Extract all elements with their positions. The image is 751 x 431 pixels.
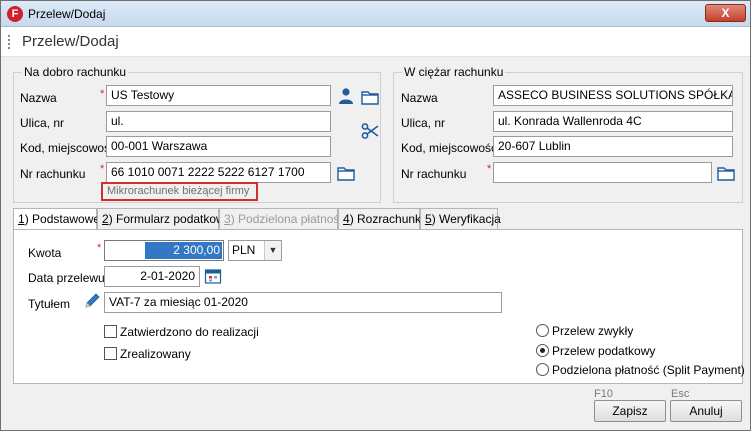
cancel-hotkey: Esc — [671, 388, 690, 400]
amount-value: 2 300,00 — [145, 242, 222, 259]
pencil-icon[interactable] — [83, 292, 101, 310]
title-label: Tytułem — [28, 297, 71, 311]
credit-name-label: Nazwa — [20, 91, 57, 105]
calendar-icon[interactable] — [204, 267, 222, 285]
page-header: Przelew/Dodaj — [1, 27, 750, 57]
app-logo-icon: F — [7, 6, 23, 22]
scissors-icon[interactable] — [361, 122, 379, 140]
currency-value: PLN — [232, 243, 256, 257]
radio-tax-label: Przelew podatkowy — [552, 344, 656, 358]
chevron-down-icon[interactable]: ▼ — [264, 241, 281, 260]
close-button[interactable]: X — [705, 4, 746, 22]
tab-hotkey: 5 — [425, 212, 432, 226]
tab-label: ) Podzielona płatność — [230, 212, 346, 226]
page-title: Przelew/Dodaj — [22, 33, 119, 50]
debit-account-input[interactable] — [493, 162, 712, 183]
folder-icon[interactable] — [361, 88, 379, 106]
radio-standard-transfer[interactable] — [536, 324, 549, 337]
date-label: Data przelewu — [28, 271, 105, 285]
title-input[interactable]: VAT-7 za miesiąc 01-2020 — [104, 292, 502, 313]
credit-postal-input[interactable]: 00-001 Warszawa — [106, 136, 331, 157]
debit-street-input[interactable]: ul. Konrada Wallenroda 4C — [493, 111, 733, 132]
debit-account-label: Nr rachunku — [401, 167, 467, 181]
debit-postal-label: Kod, miejscowość — [401, 141, 498, 155]
credit-group-legend: Na dobro rachunku — [22, 65, 129, 79]
required-marker: * — [487, 163, 492, 175]
currency-select[interactable]: PLN ▼ — [228, 240, 282, 261]
amount-label: Kwota — [28, 246, 62, 260]
tab-label: ) Podstawowe — [24, 212, 101, 226]
credit-account-label: Nr rachunku — [20, 167, 86, 181]
realized-label: Zrealizowany — [120, 347, 191, 361]
credit-street-label: Ulica, nr — [20, 116, 65, 130]
save-button[interactable]: Zapisz — [594, 400, 666, 422]
dialog-window: F Przelew/Dodaj X Przelew/Dodaj Na dobro… — [0, 0, 751, 431]
subaccount-hint: Mikrorachunek bieżącej firmy — [101, 182, 258, 201]
required-marker: * — [97, 242, 102, 254]
realized-checkbox[interactable] — [104, 347, 117, 360]
radio-split-payment[interactable] — [536, 363, 549, 376]
folder-icon[interactable] — [337, 164, 355, 182]
required-marker: * — [100, 88, 105, 100]
debit-postal-input[interactable]: 20-607 Lublin — [493, 136, 733, 157]
tab-formularz-podatkowy[interactable]: 2) Formularz podatkowy — [97, 208, 231, 230]
amount-input[interactable]: 2 300,00 — [104, 240, 224, 261]
window-title: Przelew/Dodaj — [28, 7, 106, 21]
required-marker: * — [100, 163, 105, 175]
radio-split-label: Podzielona płatność (Split Payment) — [552, 363, 745, 377]
tab-hotkey: 2 — [102, 212, 109, 226]
tab-hotkey: 3 — [224, 212, 231, 226]
approved-checkbox[interactable] — [104, 325, 117, 338]
credit-street-input[interactable]: ul. — [106, 111, 331, 132]
save-hotkey: F10 — [594, 388, 613, 400]
debit-name-label: Nazwa — [401, 91, 438, 105]
debit-street-label: Ulica, nr — [401, 116, 446, 130]
tab-rozrachunki[interactable]: 4) Rozrachunki — [338, 208, 424, 230]
date-input[interactable]: 2-01-2020 — [104, 266, 200, 287]
credit-account-input[interactable]: 66 1010 0071 2222 5222 6127 1700 — [106, 162, 331, 183]
tab-podstawowe[interactable]: 1) Podstawowe — [13, 208, 101, 231]
tab-hotkey: 4 — [343, 212, 350, 226]
title-bar: F Przelew/Dodaj X — [1, 1, 750, 27]
folder-icon[interactable] — [717, 164, 735, 182]
tab-label: ) Rozrachunki — [349, 212, 424, 226]
tab-label: ) Weryfikacja — [431, 212, 501, 226]
tab-weryfikacja[interactable]: 5) Weryfikacja — [420, 208, 501, 230]
debit-group-legend: W ciężar rachunku — [402, 65, 506, 79]
credit-postal-label: Kod, miejscowość — [20, 141, 117, 155]
tab-label: ) Formularz podatkowy — [108, 212, 231, 226]
credit-name-input[interactable]: US Testowy — [106, 85, 331, 106]
grip-icon — [8, 35, 10, 49]
contractor-person-icon[interactable] — [337, 87, 355, 105]
radio-tax-transfer[interactable] — [536, 344, 549, 357]
cancel-button[interactable]: Anuluj — [670, 400, 742, 422]
radio-standard-label: Przelew zwykły — [552, 324, 634, 338]
approved-label: Zatwierdzono do realizacji — [120, 325, 259, 339]
tab-hotkey: 1 — [18, 212, 25, 226]
debit-name-input[interactable]: ASSECO BUSINESS SOLUTIONS SPÓŁKA AKC — [493, 85, 733, 106]
tab-podzielona-platnosc: 3) Podzielona płatność — [219, 208, 345, 230]
